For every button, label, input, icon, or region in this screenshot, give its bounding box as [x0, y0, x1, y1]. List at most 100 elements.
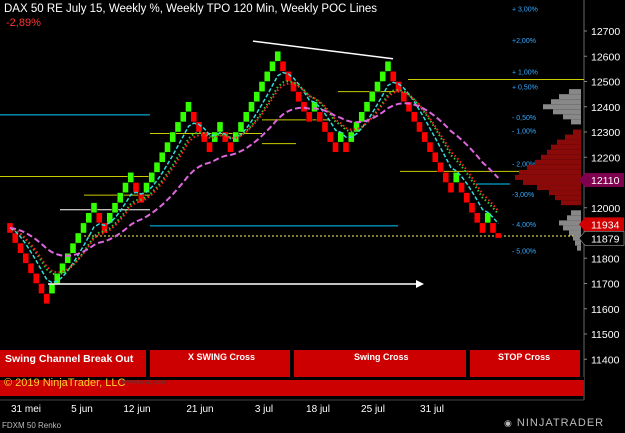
- price-badge-label: 11879: [591, 233, 620, 245]
- renko-brick-up[interactable]: [48, 283, 56, 294]
- renko-brick-down[interactable]: [190, 111, 197, 123]
- y-tick-label: 12700: [591, 26, 620, 38]
- renko-brick-down[interactable]: [321, 121, 329, 133]
- renko-brick-down[interactable]: [411, 111, 418, 123]
- renko-brick-down[interactable]: [316, 111, 323, 123]
- percent-level-label: + 0,50%: [512, 85, 538, 92]
- renko-brick-down[interactable]: [327, 131, 334, 143]
- renko-brick-up[interactable]: [363, 101, 371, 112]
- renko-brick-down[interactable]: [474, 212, 481, 224]
- renko-brick-up[interactable]: [122, 182, 129, 193]
- renko-brick-up[interactable]: [243, 111, 250, 123]
- renko-brick-up[interactable]: [274, 51, 281, 62]
- renko-brick-up[interactable]: [216, 121, 224, 133]
- renko-brick-down[interactable]: [332, 141, 339, 153]
- renko-brick-up[interactable]: [369, 91, 376, 102]
- renko-brick-up[interactable]: [248, 101, 255, 112]
- ninjatrader-logo-icon: ◉: [504, 418, 513, 428]
- renko-brick-down[interactable]: [38, 283, 45, 294]
- renko-brick-up[interactable]: [337, 131, 344, 143]
- renko-brick-down[interactable]: [447, 182, 455, 193]
- y-tick-label: 12200: [591, 152, 620, 164]
- renko-brick-up[interactable]: [127, 172, 134, 183]
- renko-brick-up[interactable]: [169, 131, 176, 143]
- ninjatrader-brand: ◉ NINJATRADER: [504, 417, 604, 429]
- renko-brick-up[interactable]: [153, 162, 161, 173]
- renko-brick-down[interactable]: [27, 263, 35, 274]
- renko-brick-up[interactable]: [106, 212, 113, 224]
- renko-brick-down[interactable]: [416, 121, 423, 133]
- renko-brick-down[interactable]: [421, 131, 428, 143]
- chart-stage[interactable]: 1270012600125001240012300122001210012000…: [0, 0, 625, 433]
- renko-brick-down[interactable]: [132, 182, 140, 193]
- renko-brick-down[interactable]: [489, 222, 497, 234]
- renko-brick-up[interactable]: [237, 121, 245, 133]
- renko-brick-down[interactable]: [468, 202, 476, 213]
- renko-brick-down[interactable]: [17, 242, 24, 254]
- tpo-profile-bar: [557, 139, 581, 145]
- renko-brick-up[interactable]: [85, 212, 92, 224]
- resistance-trend-line[interactable]: [252, 40, 394, 60]
- renko-brick-up[interactable]: [111, 202, 119, 213]
- renko-brick-down[interactable]: [479, 222, 486, 234]
- renko-brick-up[interactable]: [117, 192, 124, 203]
- renko-brick-up[interactable]: [180, 111, 187, 123]
- tpo-profile-bar: [563, 114, 581, 120]
- renko-brick-up[interactable]: [69, 242, 77, 254]
- arrow-head-icon: [416, 280, 424, 289]
- renko-brick-up[interactable]: [374, 81, 381, 92]
- renko-brick-up[interactable]: [311, 101, 318, 112]
- renko-brick-down[interactable]: [442, 172, 449, 183]
- tpo-profile-bar: [515, 174, 581, 180]
- tpo-profile-bar: [569, 230, 581, 236]
- tpo-profile-bar: [553, 109, 581, 115]
- y-tick-label: 12300: [591, 127, 620, 139]
- renko-brick-down[interactable]: [22, 252, 29, 264]
- renko-brick-down[interactable]: [206, 141, 213, 153]
- renko-brick-down[interactable]: [227, 141, 234, 153]
- tpo-profile-bar: [569, 89, 581, 95]
- tpo-profile-bar: [575, 240, 581, 246]
- renko-brick-down[interactable]: [295, 91, 302, 102]
- renko-brick-down[interactable]: [306, 111, 313, 123]
- renko-brick-up[interactable]: [75, 232, 82, 244]
- renko-brick-up[interactable]: [379, 71, 386, 82]
- tpo-profile-bar: [563, 225, 581, 231]
- renko-brick-down[interactable]: [342, 141, 350, 153]
- renko-brick-up[interactable]: [90, 202, 98, 213]
- renko-brick-up[interactable]: [264, 71, 271, 82]
- tpo-profile-bar: [541, 154, 581, 160]
- renko-brick-down[interactable]: [463, 192, 470, 203]
- renko-chart[interactable]: 1270012600125001240012300122001210012000…: [0, 0, 625, 433]
- renko-brick-down[interactable]: [300, 101, 308, 112]
- renko-brick-down[interactable]: [390, 71, 397, 82]
- renko-brick-up[interactable]: [484, 212, 491, 224]
- x-tick-label: 31 mei: [11, 404, 41, 415]
- renko-brick-up[interactable]: [258, 81, 266, 92]
- renko-brick-down[interactable]: [426, 141, 434, 153]
- renko-brick-down[interactable]: [279, 61, 287, 72]
- renko-brick-up[interactable]: [353, 121, 360, 133]
- renko-brick-up[interactable]: [269, 61, 276, 72]
- renko-brick-up[interactable]: [253, 91, 260, 102]
- renko-brick-down[interactable]: [96, 212, 103, 224]
- x-tick-label: 25 jul: [361, 404, 385, 415]
- renko-brick-up[interactable]: [384, 61, 392, 72]
- renko-brick-down[interactable]: [195, 121, 203, 133]
- renko-brick-down[interactable]: [458, 182, 465, 193]
- renko-brick-down[interactable]: [437, 162, 444, 173]
- renko-brick-up[interactable]: [358, 111, 365, 123]
- renko-brick-down[interactable]: [12, 232, 19, 244]
- x-tick-label: 5 jun: [71, 404, 93, 415]
- renko-brick-up[interactable]: [164, 141, 171, 153]
- renko-brick-down[interactable]: [432, 151, 439, 163]
- renko-brick-up[interactable]: [185, 101, 192, 112]
- percent-level-label: + 1,00%: [512, 69, 538, 76]
- renko-brick-up[interactable]: [159, 151, 166, 163]
- renko-brick-up[interactable]: [80, 222, 87, 234]
- renko-brick-down[interactable]: [495, 232, 502, 239]
- renko-brick-down[interactable]: [33, 273, 40, 284]
- renko-brick-up[interactable]: [174, 121, 182, 133]
- renko-brick-up[interactable]: [148, 172, 155, 183]
- renko-brick-down[interactable]: [43, 293, 50, 304]
